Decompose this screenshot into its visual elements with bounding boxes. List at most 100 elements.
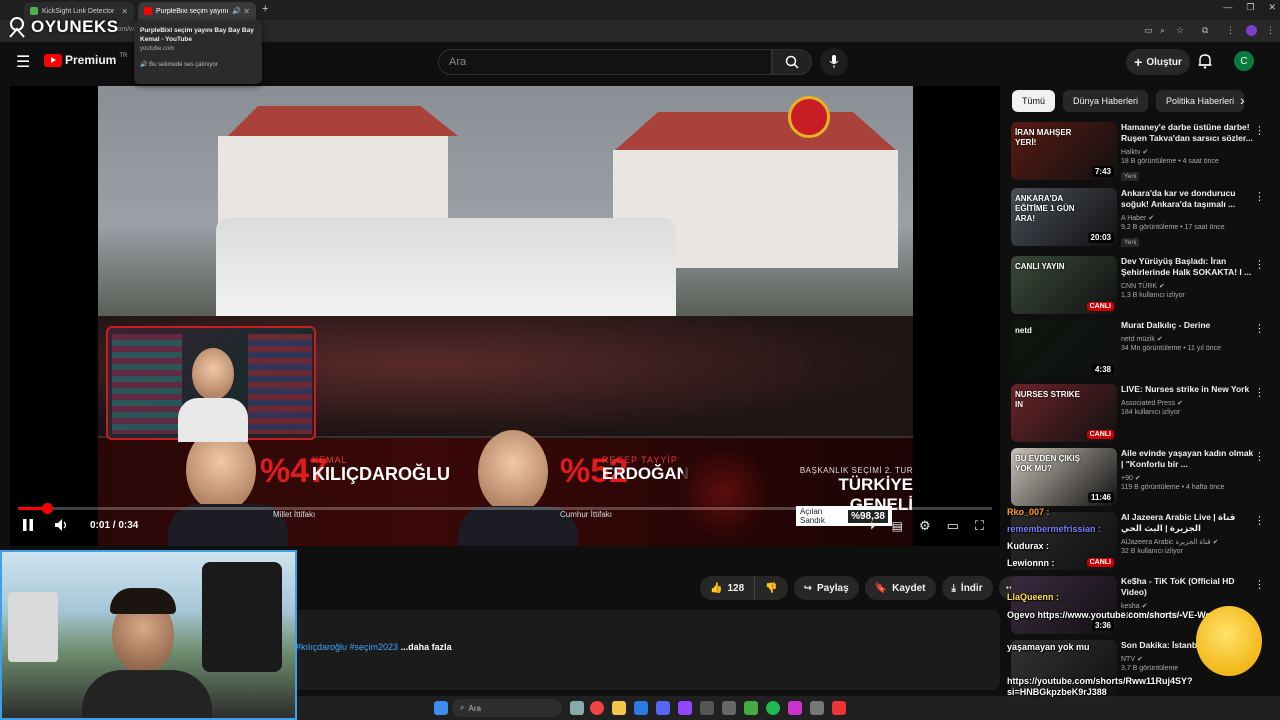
menu-icon[interactable]: ⋮ [1226,25,1235,36]
app-icon[interactable] [810,701,824,715]
dislike-button[interactable]: 👎 [754,576,788,600]
close-icon[interactable]: ✕ [121,7,128,16]
voice-search-button[interactable] [820,48,848,76]
taskbar-search-label: Ara [468,703,481,713]
minimize-icon[interactable]: — [1223,2,1232,13]
app-icon[interactable] [722,701,736,715]
close-window-icon[interactable]: ✕ [1268,2,1276,13]
video-title[interactable]: Aile evinde yaşayan kadın olmak | "Konfo… [1121,448,1257,470]
video-title[interactable]: LIVE: Nurses strike in New York [1121,384,1257,395]
chip-world-news[interactable]: Dünya Haberleri [1063,90,1149,112]
theater-mode-icon[interactable]: ▭ [947,518,959,534]
channel-name[interactable]: Halktv ✔ [1121,148,1257,156]
hamburger-menu-icon[interactable]: ☰ [16,52,30,72]
more-options-icon[interactable]: ⋮ [1254,514,1265,527]
close-icon[interactable]: ✕ [243,7,250,16]
related-video[interactable]: İRAN MAHŞER YERİ! 7:43 Hamaney'e darbe üst… [1011,122,1271,182]
channel-name[interactable]: CNN TÜRK ✔ [1121,282,1257,290]
video-title[interactable]: Al Jazeera Arabic Live | قناة الجزيرة | … [1121,512,1257,534]
more-options-icon[interactable]: ⋮ [1254,386,1265,399]
app-icon[interactable] [788,701,802,715]
create-button[interactable]: + Oluştur [1126,49,1190,75]
chat-message: remembermefrissian : [1007,524,1101,534]
chip-politics-news[interactable]: Politika Haberleri [1156,90,1245,112]
settings-gear-icon[interactable]: ⚙ [919,518,931,534]
video-thumbnail[interactable]: CANLI YAYIN CANLI [1011,256,1117,314]
progress-scrubber[interactable] [42,503,54,514]
new-tab-icon[interactable]: + [262,3,268,15]
search-input[interactable]: Ara [438,49,772,75]
subtitles-icon[interactable]: ▤ [892,519,903,533]
download-button[interactable]: ⤓ İndir [941,576,993,600]
account-avatar[interactable]: C [1234,51,1254,71]
star-icon[interactable]: ☆ [1176,25,1184,36]
more-options-icon[interactable]: ⋮ [1254,124,1265,137]
windows-start-icon[interactable] [434,701,448,715]
video-thumbnail[interactable]: ANKARA'DA EĞİTİME 1 GÜN ARA! 20:03 [1011,188,1117,246]
progress-bar[interactable] [18,503,992,514]
video-title[interactable]: Dev Yürüyüş Başladı: İran Şehirlerinde H… [1121,256,1257,278]
obs-icon[interactable] [700,701,714,715]
youtube-logo[interactable]: Premium TR [44,53,127,67]
chrome-icon[interactable] [590,701,604,715]
video-title[interactable]: Murat Dalkılıç - Derine [1121,320,1257,331]
related-video[interactable]: CANLI YAYIN CANLI Dev Yürüyüş Başladı: İra… [1011,256,1271,316]
hashtags[interactable]: #kılıçdaroğlu #seçim2023 [296,642,398,652]
discord-icon[interactable] [656,701,670,715]
video-title[interactable]: Hamaney'e darbe üstüne darbe! Ruşen Takv… [1121,122,1257,144]
video-thumbnail[interactable]: NURSES STRIKE IN CANLI [1011,384,1117,442]
video-thumbnail[interactable]: netd 4:38 [1011,320,1117,378]
chevron-right-icon[interactable]: › [1240,92,1245,108]
zoom-icon[interactable]: ⌕ [1160,25,1165,36]
related-video[interactable]: netd 4:38 Murat Dalkılıç - Derine netd müzi… [1011,320,1271,380]
app-icon[interactable] [832,701,846,715]
like-button[interactable]: 👍 128 [700,576,755,600]
related-video[interactable]: NURSES STRIKE IN CANLI LIVE: Nurses strike… [1011,384,1271,444]
spotify-icon[interactable] [766,701,780,715]
notifications-bell-icon[interactable] [1198,53,1212,69]
video-meta: Ankara'da kar ve dondurucu soğuk! Ankara… [1121,188,1257,249]
taskbar-search[interactable]: ⌕ Ara [452,699,562,717]
video-thumbnail[interactable]: 3:36 [1011,576,1117,634]
search-button[interactable] [772,49,812,75]
channel-name[interactable]: netd müzik ✔ [1121,335,1257,343]
video-title[interactable]: Ke$ha - TiK ToK (Official HD Video) [1121,576,1257,598]
video-title[interactable]: Ankara'da kar ve dondurucu soğuk! Ankara… [1121,188,1257,210]
chip-all[interactable]: Tümü [1012,90,1056,112]
maximize-icon[interactable]: ❐ [1246,2,1254,13]
share-button[interactable]: ↪ Paylaş [793,576,859,600]
related-video[interactable]: BU EVDEN ÇIKIŞ YOK MU? 11:46 Aile evinde y… [1011,448,1271,508]
channel-name[interactable]: Associated Press ✔ [1121,399,1257,407]
more-options-icon[interactable]: ⋮ [1254,258,1265,271]
channel-name[interactable]: AlJazeera Arabic قناة الجزيرة ✔ [1121,538,1257,546]
save-button[interactable]: 🔖 Kaydet [864,576,936,600]
streamer-shirt [178,398,248,442]
autoplay-toggle-icon[interactable]: ⏵ [870,520,876,533]
cast-icon[interactable]: ▭ [1144,25,1153,36]
volume-icon[interactable] [54,518,70,532]
file-explorer-icon[interactable] [612,701,626,715]
channel-label: +90 [1121,475,1133,482]
related-video[interactable]: ANKARA'DA EĞİTİME 1 GÜN ARA! 20:03 Ankara'… [1011,188,1271,248]
video-thumbnail[interactable]: İRAN MAHŞER YERİ! 7:43 [1011,122,1117,180]
more-icon[interactable]: ⋮ [1266,25,1275,36]
more-options-icon[interactable]: ⋮ [1254,450,1265,463]
profile-icon[interactable] [1246,25,1257,36]
more-options-icon[interactable]: ⋮ [1254,578,1265,591]
app-icon[interactable] [744,701,758,715]
tab-youtube-active[interactable]: PurpleBixi seçim yayını Bay Bay 🔊 ✕ [138,2,256,20]
channel-name[interactable]: +90 ✔ [1121,474,1257,482]
channel-name[interactable]: A Haber ✔ [1121,214,1257,222]
fullscreen-icon[interactable]: ⛶ [975,518,984,534]
video-player[interactable]: %47 KEMAL KILIÇDAROĞLU Millet İttifakı %… [10,86,1000,546]
pause-icon[interactable] [22,518,34,532]
twitch-icon[interactable] [678,701,692,715]
speaker-icon[interactable]: 🔊 [232,7,241,15]
video-thumbnail[interactable]: BU EVDEN ÇIKIŞ YOK MU? 11:46 [1011,448,1117,506]
extensions-icon[interactable]: ⧉ [1202,25,1208,36]
widgets-icon[interactable] [570,701,584,715]
more-options-icon[interactable]: ⋮ [1254,322,1265,335]
edge-icon[interactable] [634,701,648,715]
more-options-icon[interactable]: ⋮ [1254,190,1265,203]
show-more-link[interactable]: ...daha fazla [401,642,452,652]
